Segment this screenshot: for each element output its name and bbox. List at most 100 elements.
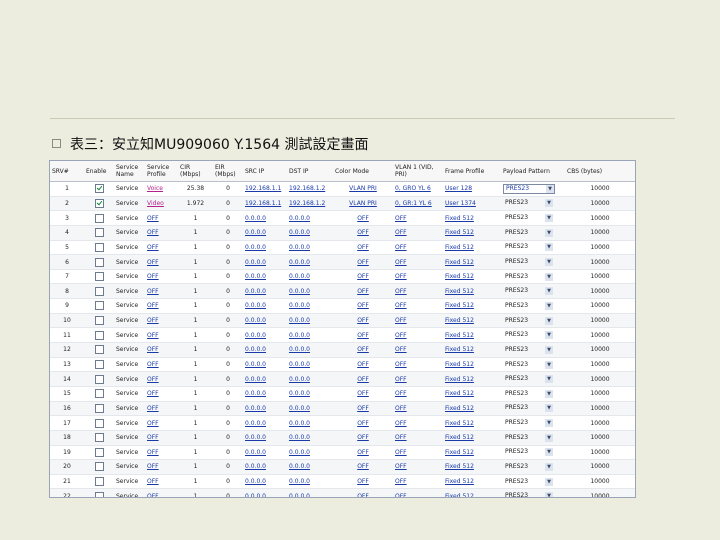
payload-pattern-select[interactable]: PRES23 ▼: [503, 345, 553, 354]
vlan-link[interactable]: OFF: [395, 302, 407, 309]
chevron-down-icon[interactable]: ▼: [545, 462, 553, 471]
enable-checkbox[interactable]: [94, 198, 104, 208]
dst-ip-link[interactable]: 0.0.0.0: [289, 463, 310, 470]
src-ip-link[interactable]: 0.0.0.0: [245, 317, 266, 324]
chevron-down-icon[interactable]: ▼: [545, 375, 553, 384]
src-ip-link[interactable]: 0.0.0.0: [245, 288, 266, 295]
vlan-link[interactable]: OFF: [395, 244, 407, 251]
src-ip-link[interactable]: 0.0.0.0: [245, 302, 266, 309]
color-mode-link[interactable]: OFF: [357, 229, 369, 236]
payload-pattern-select[interactable]: PRES23 ▼: [503, 272, 553, 281]
vlan-link[interactable]: OFF: [395, 376, 407, 383]
service-profile-link[interactable]: OFF: [147, 493, 159, 497]
src-ip-link[interactable]: 192.168.1.1: [245, 185, 281, 192]
service-profile-link[interactable]: OFF: [147, 376, 159, 383]
frame-profile-link[interactable]: Fixed 512: [445, 288, 474, 295]
enable-checkbox[interactable]: [94, 374, 104, 384]
src-ip-link[interactable]: 0.0.0.0: [245, 229, 266, 236]
enable-checkbox[interactable]: [94, 403, 104, 413]
dst-ip-link[interactable]: 0.0.0.0: [289, 288, 310, 295]
enable-checkbox[interactable]: [94, 389, 104, 399]
dst-ip-link[interactable]: 0.0.0.0: [289, 332, 310, 339]
frame-profile-link[interactable]: User 1374: [445, 200, 476, 207]
color-mode-link[interactable]: OFF: [357, 346, 369, 353]
vlan-link[interactable]: OFF: [395, 273, 407, 280]
color-mode-link[interactable]: OFF: [357, 317, 369, 324]
frame-profile-link[interactable]: Fixed 512: [445, 463, 474, 470]
chevron-down-icon[interactable]: ▼: [545, 243, 553, 252]
payload-pattern-select[interactable]: PRES23 ▼: [503, 492, 553, 497]
vlan-link[interactable]: OFF: [395, 229, 407, 236]
src-ip-link[interactable]: 0.0.0.0: [245, 493, 266, 497]
service-profile-link[interactable]: OFF: [147, 302, 159, 309]
color-mode-link[interactable]: OFF: [357, 493, 369, 497]
vlan-link[interactable]: OFF: [395, 463, 407, 470]
src-ip-link[interactable]: 0.0.0.0: [245, 346, 266, 353]
vlan-link[interactable]: OFF: [395, 346, 407, 353]
color-mode-link[interactable]: OFF: [357, 390, 369, 397]
src-ip-link[interactable]: 0.0.0.0: [245, 463, 266, 470]
dst-ip-link[interactable]: 0.0.0.0: [289, 420, 310, 427]
vlan-link[interactable]: OFF: [395, 449, 407, 456]
dst-ip-link[interactable]: 0.0.0.0: [289, 302, 310, 309]
dst-ip-link[interactable]: 0.0.0.0: [289, 493, 310, 497]
payload-pattern-select[interactable]: PRES23 ▼: [503, 258, 553, 267]
vlan-link[interactable]: OFF: [395, 317, 407, 324]
dst-ip-link[interactable]: 0.0.0.0: [289, 244, 310, 251]
enable-checkbox[interactable]: [94, 433, 104, 443]
color-mode-link[interactable]: OFF: [357, 259, 369, 266]
chevron-down-icon[interactable]: ▼: [545, 258, 553, 267]
service-profile-link[interactable]: Voice: [147, 185, 163, 192]
enable-checkbox[interactable]: [94, 447, 104, 457]
color-mode-link[interactable]: OFF: [357, 288, 369, 295]
enable-checkbox[interactable]: [94, 286, 104, 296]
frame-profile-link[interactable]: Fixed 512: [445, 390, 474, 397]
payload-pattern-select[interactable]: PRES23 ▼: [503, 462, 553, 471]
color-mode-link[interactable]: VLAN PRI: [349, 185, 377, 192]
enable-checkbox[interactable]: [94, 257, 104, 267]
service-profile-link[interactable]: OFF: [147, 259, 159, 266]
color-mode-link[interactable]: OFF: [357, 361, 369, 368]
dst-ip-link[interactable]: 192.168.1.2: [289, 200, 325, 207]
payload-pattern-select[interactable]: PRES23 ▼: [503, 404, 553, 413]
color-mode-link[interactable]: OFF: [357, 244, 369, 251]
color-mode-link[interactable]: VLAN PRI: [349, 200, 377, 207]
payload-pattern-select[interactable]: PRES23 ▼: [503, 389, 553, 398]
chevron-down-icon[interactable]: ▼: [545, 389, 553, 398]
service-profile-link[interactable]: OFF: [147, 361, 159, 368]
frame-profile-link[interactable]: Fixed 512: [445, 434, 474, 441]
dst-ip-link[interactable]: 0.0.0.0: [289, 376, 310, 383]
src-ip-link[interactable]: 0.0.0.0: [245, 405, 266, 412]
src-ip-link[interactable]: 192.168.1.1: [245, 200, 281, 207]
src-ip-link[interactable]: 0.0.0.0: [245, 376, 266, 383]
enable-checkbox[interactable]: [94, 184, 104, 194]
src-ip-link[interactable]: 0.0.0.0: [245, 449, 266, 456]
src-ip-link[interactable]: 0.0.0.0: [245, 420, 266, 427]
frame-profile-link[interactable]: Fixed 512: [445, 317, 474, 324]
enable-checkbox[interactable]: [94, 301, 104, 311]
chevron-down-icon[interactable]: ▼: [545, 301, 553, 310]
payload-pattern-select[interactable]: PRES23 ▼: [503, 360, 553, 369]
color-mode-link[interactable]: OFF: [357, 302, 369, 309]
payload-pattern-select[interactable]: PRES23 ▼: [503, 214, 553, 223]
chevron-down-icon[interactable]: ▼: [546, 184, 554, 193]
enable-checkbox[interactable]: [94, 477, 104, 487]
enable-checkbox[interactable]: [94, 242, 104, 252]
chevron-down-icon[interactable]: ▼: [545, 448, 553, 457]
dst-ip-link[interactable]: 0.0.0.0: [289, 273, 310, 280]
payload-pattern-select[interactable]: PRES23 ▼: [503, 331, 553, 340]
src-ip-link[interactable]: 0.0.0.0: [245, 361, 266, 368]
service-profile-link[interactable]: OFF: [147, 420, 159, 427]
chevron-down-icon[interactable]: ▼: [545, 199, 553, 208]
src-ip-link[interactable]: 0.0.0.0: [245, 244, 266, 251]
frame-profile-link[interactable]: Fixed 512: [445, 376, 474, 383]
src-ip-link[interactable]: 0.0.0.0: [245, 390, 266, 397]
color-mode-link[interactable]: OFF: [357, 332, 369, 339]
payload-pattern-select[interactable]: PRES23 ▼: [503, 301, 553, 310]
service-profile-link[interactable]: OFF: [147, 478, 159, 485]
color-mode-link[interactable]: OFF: [357, 273, 369, 280]
service-profile-link[interactable]: OFF: [147, 434, 159, 441]
frame-profile-link[interactable]: Fixed 512: [445, 478, 474, 485]
service-profile-link[interactable]: OFF: [147, 449, 159, 456]
frame-profile-link[interactable]: Fixed 512: [445, 449, 474, 456]
